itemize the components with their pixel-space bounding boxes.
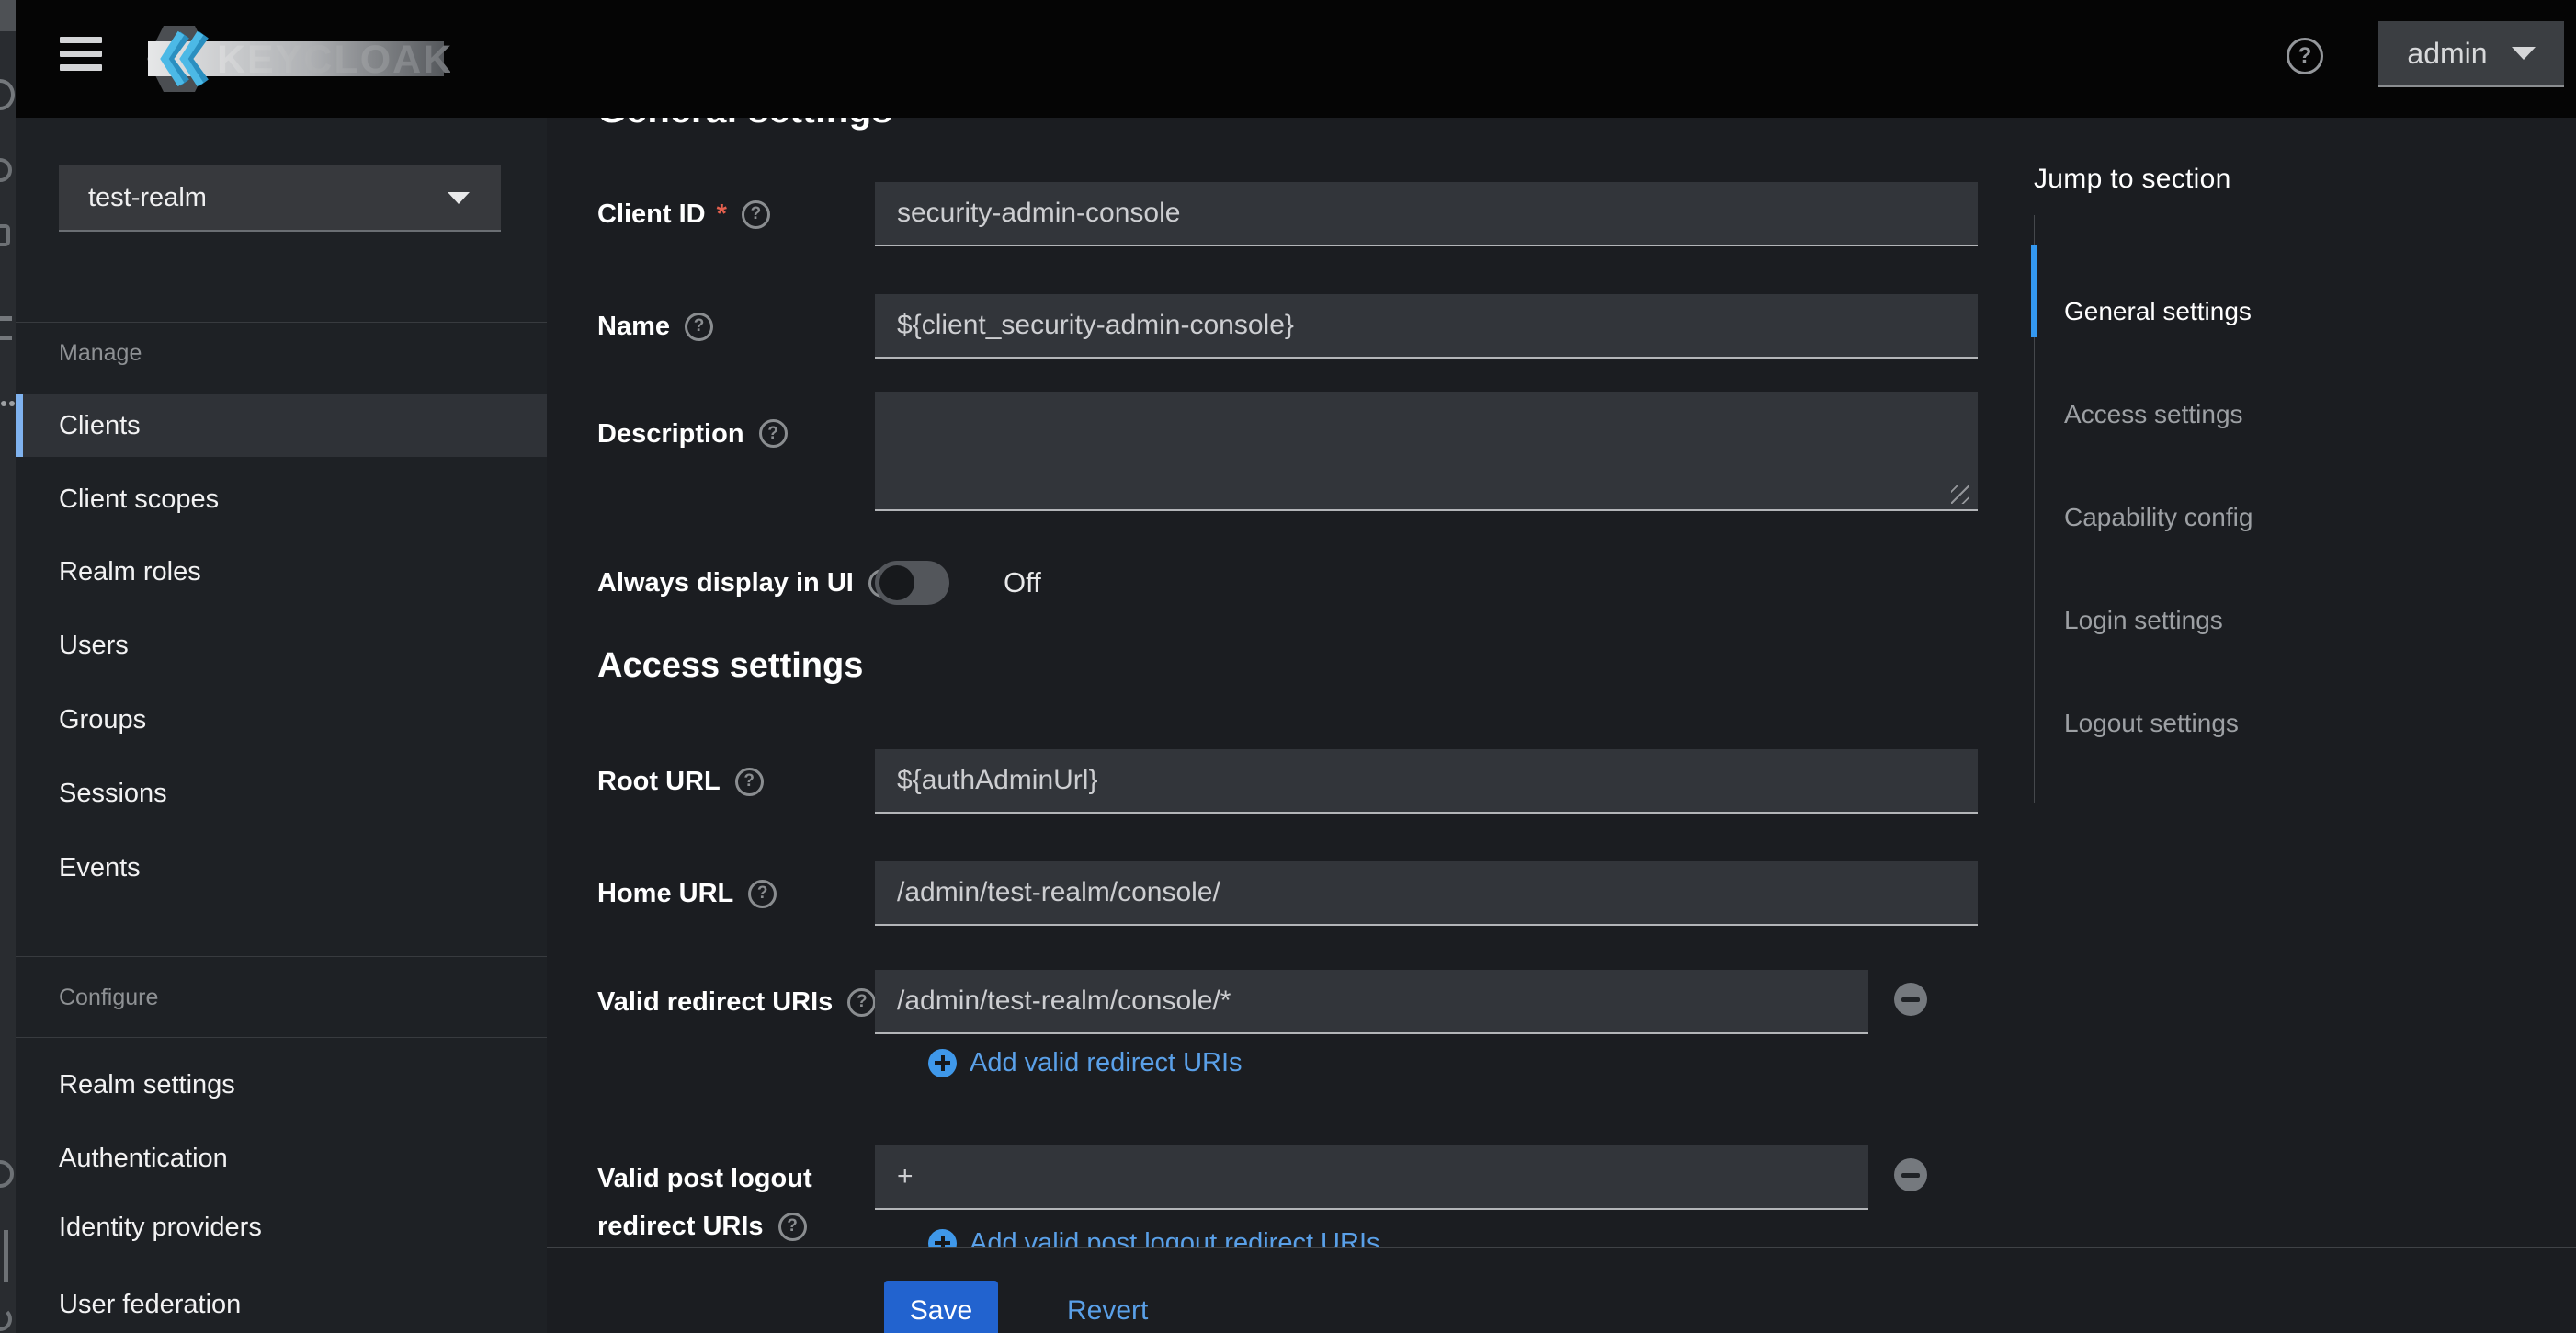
revert-button[interactable]: Revert: [1061, 1281, 1153, 1333]
help-icon[interactable]: ?: [847, 988, 876, 1017]
root-url-input[interactable]: [875, 749, 1978, 814]
jump-nav-title: Jump to section: [2034, 164, 2548, 195]
home-url-row: Home URL ?: [547, 861, 2532, 926]
realm-selector[interactable]: test-realm: [59, 165, 501, 232]
masthead: KEYCLOAK ? admin: [16, 0, 2576, 118]
window-fragment-icon: [0, 79, 15, 110]
client-id-input[interactable]: [875, 182, 1978, 246]
valid-redirect-label: Valid redirect URIs: [597, 987, 833, 1018]
window-fragment-icon: [0, 1307, 12, 1331]
window-fragment: [0, 0, 16, 31]
help-icon[interactable]: ?: [742, 200, 770, 229]
name-input[interactable]: [875, 294, 1978, 359]
sidebar-item-identity-providers[interactable]: Identity providers: [16, 1196, 547, 1259]
divider: [16, 956, 547, 957]
help-icon[interactable]: ?: [748, 880, 777, 908]
help-icon[interactable]: ?: [735, 768, 764, 796]
jump-to-section-nav: Jump to section General settings Access …: [2034, 164, 2548, 803]
jump-link-login-settings[interactable]: Login settings: [2035, 569, 2548, 672]
caret-down-icon: [2512, 47, 2536, 60]
user-name: admin: [2407, 37, 2487, 71]
form-action-bar: Save Revert: [547, 1247, 2576, 1333]
sidebar-item-client-scopes[interactable]: Client scopes: [16, 468, 547, 530]
sidebar-item-sessions[interactable]: Sessions: [16, 762, 547, 825]
nav-group-manage: Manage: [59, 333, 142, 373]
sidebar-item-realm-settings[interactable]: Realm settings: [16, 1054, 547, 1116]
plus-circle-icon: [928, 1049, 957, 1077]
background-window-strip: [0, 0, 16, 1333]
required-asterisk: *: [717, 199, 727, 230]
jump-link-access-settings[interactable]: Access settings: [2035, 363, 2548, 466]
toggle-state-text: Off: [1004, 561, 1041, 605]
page-title: General settings: [597, 118, 892, 131]
window-fragment-icon: [0, 316, 12, 340]
valid-redirect-row: Valid redirect URIs ?: [547, 970, 2532, 1034]
window-fragment-icon: [1, 401, 6, 406]
toggle-knob: [879, 565, 914, 600]
home-url-label: Home URL: [597, 879, 733, 909]
help-icon[interactable]: ?: [2287, 38, 2323, 74]
user-menu-button[interactable]: admin: [2378, 21, 2564, 87]
remove-post-logout-uri-button[interactable]: [1894, 1158, 1927, 1191]
sidebar-item-users[interactable]: Users: [16, 614, 547, 677]
realm-name: test-realm: [88, 183, 207, 213]
always-display-label: Always display in UI: [597, 568, 854, 598]
main-content: General settings Client ID * ? Name ? De…: [547, 118, 2576, 1333]
post-logout-row: [547, 1145, 2532, 1210]
brand-text: KEYCLOAK: [217, 38, 450, 82]
sidebar-item-realm-roles[interactable]: Realm roles: [16, 541, 547, 603]
home-url-input[interactable]: [875, 861, 1978, 926]
post-logout-input[interactable]: [875, 1145, 1868, 1210]
jump-link-general-settings[interactable]: General settings: [2035, 260, 2548, 363]
access-settings-heading: Access settings: [597, 646, 863, 686]
keycloak-logo: KEYCLOAK: [147, 22, 450, 96]
caret-down-icon: [448, 192, 470, 204]
sidebar-item-clients[interactable]: Clients: [16, 394, 547, 457]
add-redirect-uri-link[interactable]: Add valid redirect URIs: [928, 1044, 1243, 1081]
description-textarea[interactable]: [875, 392, 1978, 511]
hamburger-icon[interactable]: [60, 37, 102, 77]
window-fragment-icon: [0, 224, 10, 246]
left-sidebar: test-realm Manage Clients Client scopes …: [16, 118, 547, 1333]
help-icon[interactable]: ?: [778, 1213, 807, 1241]
client-id-label: Client ID: [597, 199, 706, 230]
window-fragment-icon: [0, 1230, 8, 1282]
window-fragment-icon: [0, 158, 12, 182]
valid-redirect-input[interactable]: [875, 970, 1868, 1034]
sidebar-item-user-federation[interactable]: User federation: [16, 1273, 547, 1333]
description-label: Description: [597, 419, 744, 450]
divider: [16, 1037, 547, 1038]
window-fragment-icon: [0, 1160, 14, 1188]
divider: [16, 322, 547, 323]
help-icon[interactable]: ?: [685, 313, 713, 341]
remove-redirect-uri-button[interactable]: [1894, 983, 1927, 1016]
root-url-label: Root URL: [597, 767, 721, 797]
nav-group-configure: Configure: [59, 977, 158, 1018]
name-label: Name: [597, 312, 670, 342]
sidebar-item-events[interactable]: Events: [16, 837, 547, 899]
sidebar-item-groups[interactable]: Groups: [16, 689, 547, 751]
sidebar-item-authentication[interactable]: Authentication: [16, 1127, 547, 1190]
keycloak-admin-console: KEYCLOAK ? admin test-realm Manage Clien…: [0, 0, 2576, 1333]
always-display-toggle[interactable]: [875, 561, 949, 605]
help-icon[interactable]: ?: [759, 419, 788, 448]
resize-handle-icon[interactable]: [1951, 485, 1969, 504]
jump-link-capability-config[interactable]: Capability config: [2035, 466, 2548, 569]
save-button[interactable]: Save: [884, 1281, 998, 1333]
jump-link-logout-settings[interactable]: Logout settings: [2035, 672, 2548, 775]
